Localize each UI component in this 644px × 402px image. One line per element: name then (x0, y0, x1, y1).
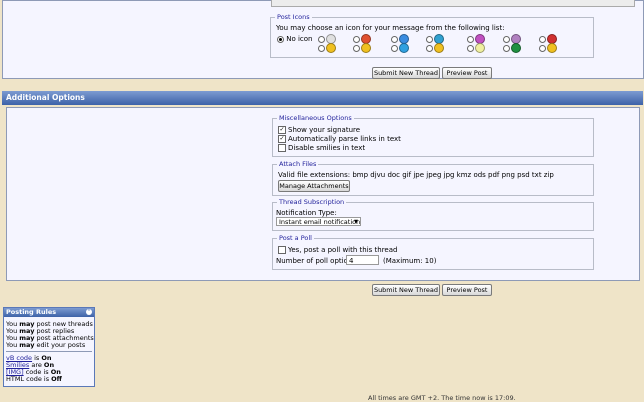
wink-radio[interactable] (353, 45, 360, 52)
option-signature[interactable]: ✓ Show your signature (278, 126, 360, 134)
angry-radio[interactable] (467, 36, 474, 43)
parse-links-checkbox[interactable]: ✓ (278, 135, 286, 143)
chevron-down-icon: ▼ (354, 219, 358, 225)
option-parse-links[interactable]: ✓ Automatically parse links in text (278, 135, 401, 143)
submit-new-thread-button-bottom[interactable]: Submit New Thread (372, 284, 440, 296)
no-icon-radio[interactable] (277, 35, 284, 43)
manage-attachments-button[interactable]: Manage Attachments (278, 180, 350, 192)
post-poll-fieldset: Post a Poll Yes, post a poll with this t… (272, 234, 594, 270)
posting-rule-line: You may edit your posts (6, 341, 86, 349)
post-icons-prompt: You may choose an icon for your message … (276, 24, 505, 32)
parse-links-label: Automatically parse links in text (288, 135, 401, 143)
poll-options-input[interactable]: 4 (346, 255, 379, 265)
message-editor-bottom-edge (271, 0, 635, 7)
post-icons-fieldset: Post Icons You may choose an icon for yo… (270, 13, 594, 58)
wink-icon (361, 43, 371, 53)
thread-subscription-fieldset: Thread Subscription Notification Type: I… (272, 198, 594, 231)
post-poll-legend: Post a Poll (277, 234, 314, 242)
question-radio[interactable] (391, 36, 398, 43)
smile-radio[interactable] (318, 45, 325, 52)
posting-rules-permissions: You may post new threads You may post rep… (6, 321, 94, 349)
thumbs-up-radio[interactable] (539, 45, 546, 52)
smile-icon (326, 43, 336, 53)
unhappy-radio[interactable] (503, 36, 510, 43)
arrow-icon (511, 43, 521, 53)
attach-files-fieldset: Attach Files Valid file extensions: bmp … (272, 160, 594, 196)
posting-code-line: HTML code is Off (6, 375, 62, 383)
disable-smilies-label: Disable smilies in text (288, 144, 366, 152)
warning-radio[interactable] (426, 45, 433, 52)
submit-new-thread-button[interactable]: Submit New Thread (372, 67, 440, 79)
posting-rules-header: Posting Rules ⌃ (4, 308, 94, 317)
posting-rules-divider (6, 351, 92, 352)
tongue-radio[interactable] (391, 45, 398, 52)
additional-options-header: Additional Options (2, 91, 643, 105)
preview-post-button[interactable]: Preview Post (442, 67, 492, 79)
poll-max-note: (Maximum: 10) (383, 257, 437, 265)
timezone-footer: All times are GMT +2. The time now is 17… (368, 394, 516, 402)
lightbulb-radio[interactable] (467, 45, 474, 52)
signature-checkbox[interactable]: ✓ (278, 126, 286, 134)
thumbs-up-icon (547, 43, 557, 53)
poll-options-value: 4 (349, 257, 354, 265)
valid-extensions-text: Valid file extensions: bmp djvu doc gif … (278, 171, 554, 179)
post-icons-legend: Post Icons (275, 13, 312, 21)
warning-icon (434, 43, 444, 53)
posting-rules-box: Posting Rules ⌃ You may post new threads… (3, 307, 95, 387)
thread-subscription-legend: Thread Subscription (277, 198, 347, 206)
notification-type-value: Instant email notification (279, 218, 361, 226)
no-icon-option[interactable]: No icon (277, 35, 313, 43)
option-disable-smilies[interactable]: Disable smilies in text (278, 144, 365, 152)
posting-rules-title: Posting Rules (6, 308, 57, 316)
exclamation-radio[interactable] (353, 36, 360, 43)
tongue-icon (399, 43, 409, 53)
cool-smile-radio[interactable] (426, 36, 433, 43)
misc-options-legend: Miscellaneous Options (277, 114, 354, 122)
lightbulb-icon (475, 43, 485, 53)
post-poll-checkbox[interactable] (278, 246, 286, 254)
notification-type-label: Notification Type: (276, 209, 337, 217)
posting-rules-codes: vB code is On Smilies are On [IMG] code is… (6, 355, 62, 383)
collapse-icon[interactable]: ⌃ (86, 309, 92, 315)
attach-files-legend: Attach Files (277, 160, 319, 168)
disable-smilies-checkbox[interactable] (278, 144, 286, 152)
signature-label: Show your signature (288, 126, 361, 134)
thumbs-down-radio[interactable] (539, 36, 546, 43)
post-poll-option[interactable]: Yes, post a poll with this thread (278, 246, 397, 254)
no-icon-label: No icon (286, 35, 313, 43)
post-poll-label: Yes, post a poll with this thread (288, 246, 398, 254)
misc-options-fieldset: Miscellaneous Options ✓ Show your signatu… (272, 114, 594, 157)
arrow-radio[interactable] (503, 45, 510, 52)
document-radio[interactable] (318, 36, 325, 43)
notification-type-select[interactable]: Instant email notification ▼ (276, 217, 361, 226)
preview-post-button-bottom[interactable]: Preview Post (442, 284, 492, 296)
